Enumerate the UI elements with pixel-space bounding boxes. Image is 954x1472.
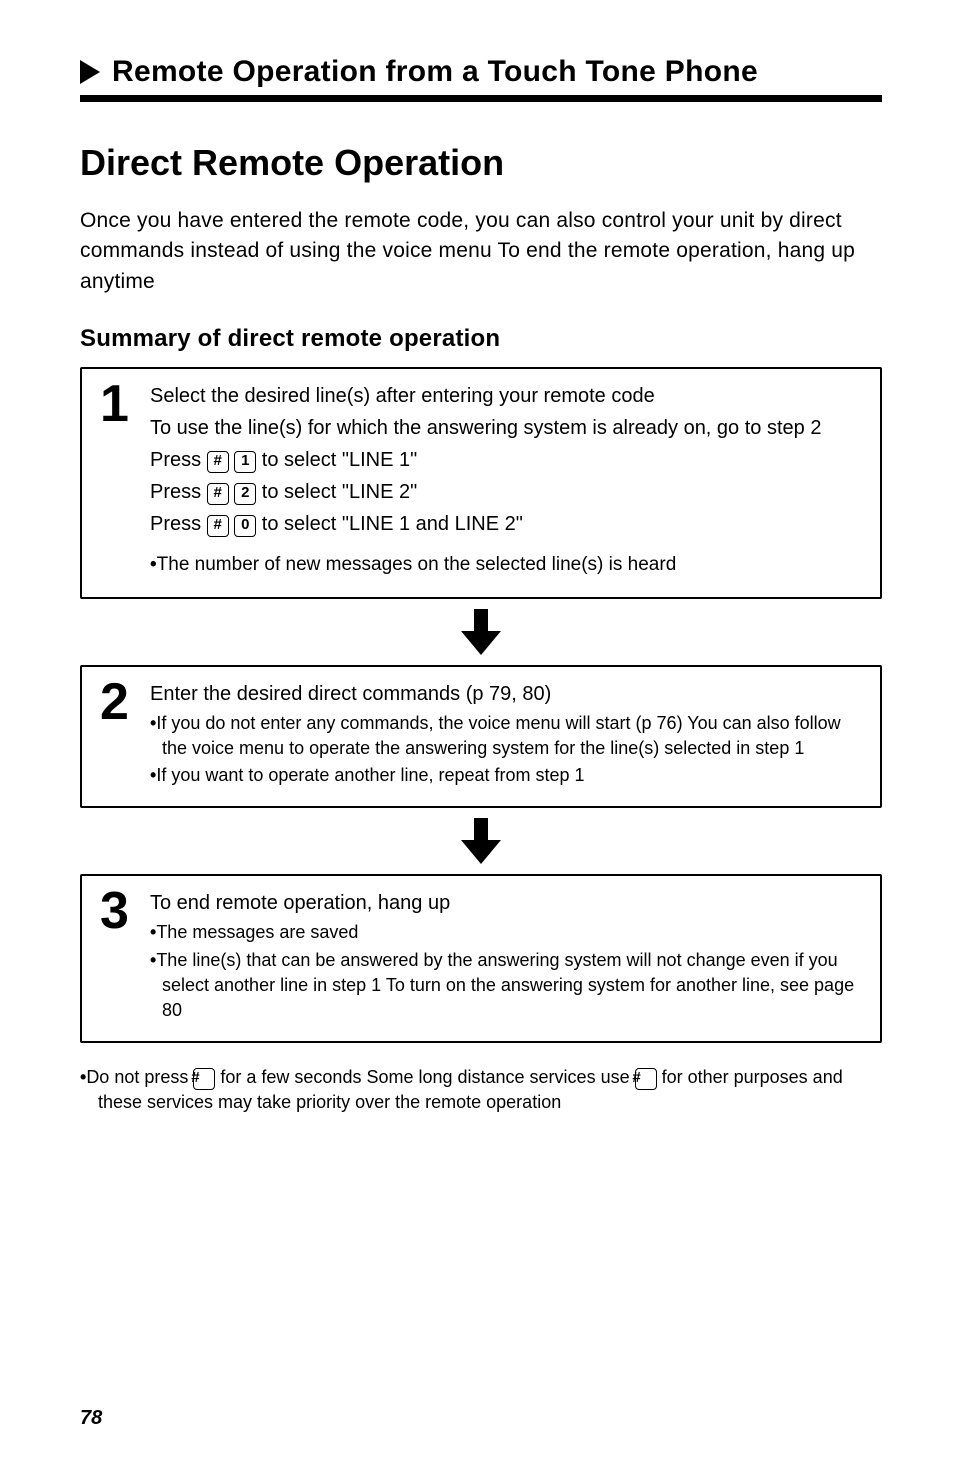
step-1-box: 1 Select the desired line(s) after enter…	[80, 367, 882, 599]
header-title: Remote Operation from a Touch Tone Phone	[112, 55, 758, 89]
step-3-note-2: •The line(s) that can be answered by the…	[150, 948, 862, 1024]
key-hash-icon: #	[207, 483, 229, 505]
step-1-number: 1	[100, 381, 132, 581]
step-1-line-2: To use the line(s) for which the answeri…	[150, 413, 862, 443]
step-2-box: 2 Enter the desired direct commands (p 7…	[80, 665, 882, 809]
step-3-body: To end remote operation, hang up •The me…	[150, 888, 862, 1025]
step-1-line-1: Select the desired line(s) after enterin…	[150, 381, 862, 411]
arrow-down-icon	[461, 818, 501, 864]
key-1-icon: 1	[234, 451, 256, 473]
intro-paragraph: Once you have entered the remote code, y…	[80, 206, 882, 297]
summary-heading: Summary of direct remote operation	[80, 325, 882, 353]
main-title: Direct Remote Operation	[80, 142, 882, 184]
footnote: •Do not press # for a few seconds Some l…	[80, 1065, 882, 1115]
key-hash-icon: #	[193, 1068, 215, 1090]
step-1-body: Select the desired line(s) after enterin…	[150, 381, 862, 581]
arrow-down-1	[80, 609, 882, 655]
page-header: Remote Operation from a Touch Tone Phone	[80, 55, 882, 89]
step-2-body: Enter the desired direct commands (p 79,…	[150, 679, 862, 791]
key-hash-icon: #	[635, 1068, 657, 1090]
step-2-note-1: •If you do not enter any commands, the v…	[150, 711, 862, 761]
arrow-right-icon	[80, 60, 100, 84]
step-3-number: 3	[100, 888, 132, 1025]
step-3-note-1: •The messages are saved	[150, 920, 862, 945]
key-2-icon: 2	[234, 483, 256, 505]
step-1-press-2: Press # 2 to select "LINE 2"	[150, 477, 862, 507]
key-hash-icon: #	[207, 515, 229, 537]
step-2-number: 2	[100, 679, 132, 791]
step-1-note-1: •The number of new messages on the selec…	[150, 551, 862, 579]
step-2-line-1: Enter the desired direct commands (p 79,…	[150, 679, 862, 709]
header-rule	[80, 95, 882, 102]
page-number: 78	[80, 1407, 102, 1430]
step-1-press-3: Press # 0 to select "LINE 1 and LINE 2"	[150, 509, 862, 539]
arrow-down-2	[80, 818, 882, 864]
key-0-icon: 0	[234, 515, 256, 537]
arrow-down-icon	[461, 609, 501, 655]
step-1-press-1: Press # 1 to select "LINE 1"	[150, 445, 862, 475]
step-3-line-1: To end remote operation, hang up	[150, 888, 862, 918]
step-3-box: 3 To end remote operation, hang up •The …	[80, 874, 882, 1043]
step-2-note-2: •If you want to operate another line, re…	[150, 763, 862, 788]
key-hash-icon: #	[207, 451, 229, 473]
